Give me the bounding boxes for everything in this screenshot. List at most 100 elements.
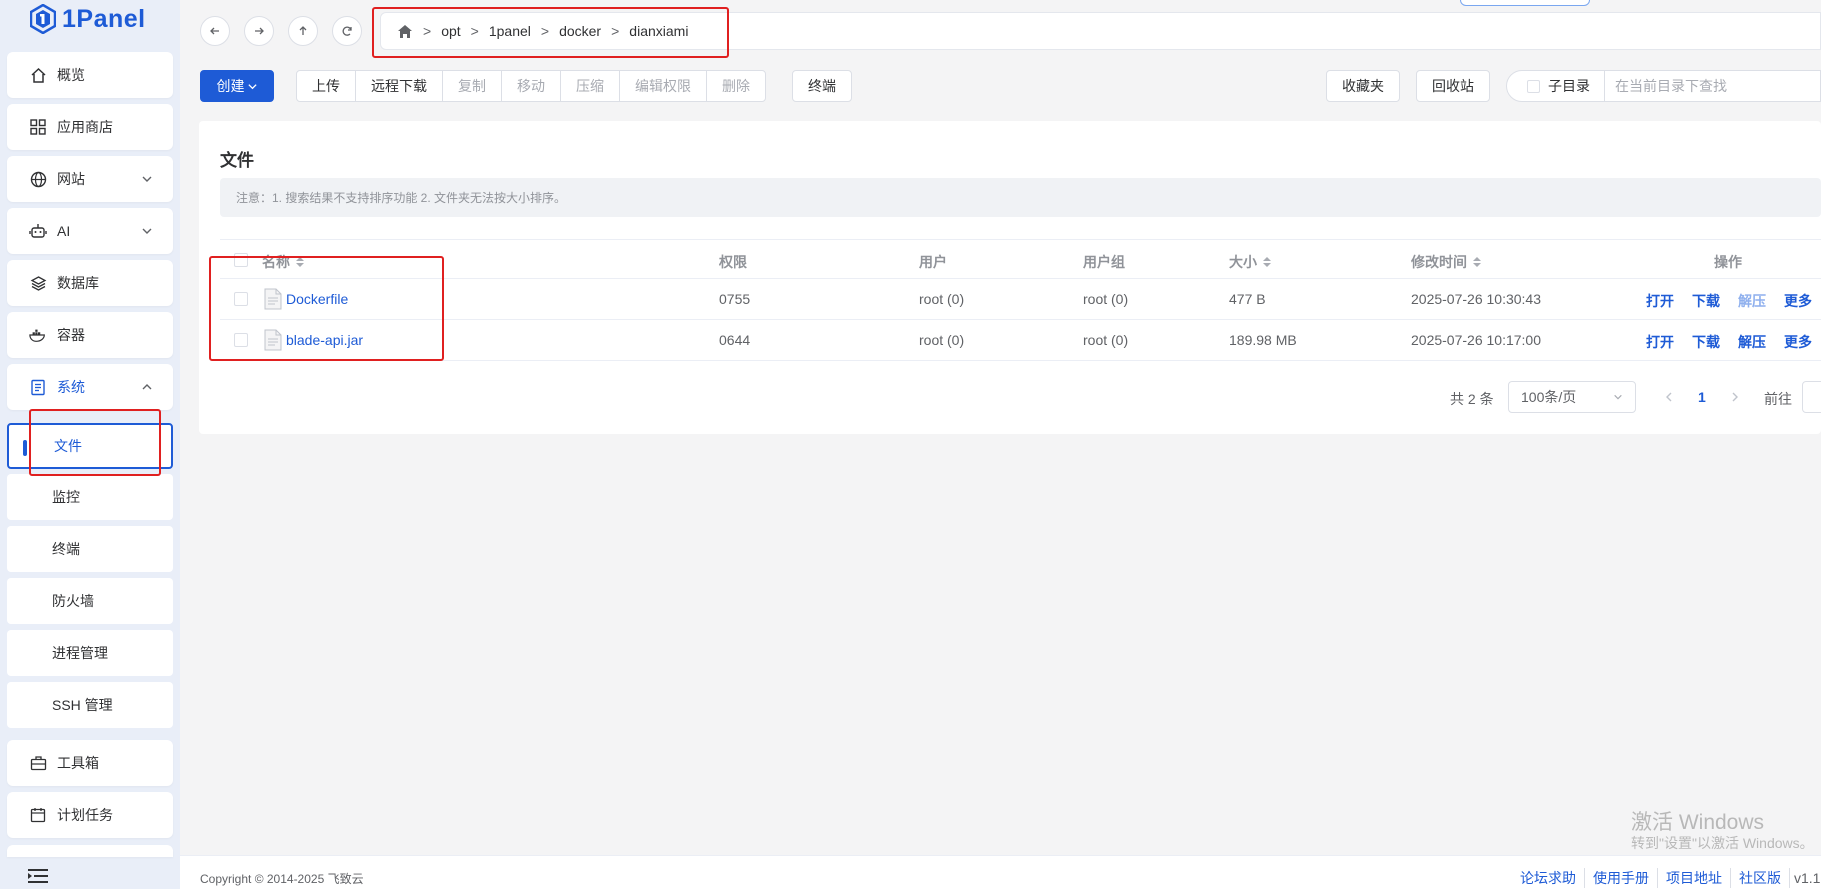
sidebar-subitem-files[interactable]: 文件 [7,423,173,469]
goto-label: 前往 [1764,391,1792,407]
arrow-right-icon [255,27,264,35]
favorites-button[interactable]: 收藏夹 [1326,70,1400,102]
prev-page-button[interactable] [1664,381,1674,413]
chevron-down-icon [142,228,152,234]
upload-button[interactable]: 上传 [296,70,356,102]
forward-button[interactable] [244,16,274,46]
arrow-up-icon [299,26,307,35]
sidebar-item-ai[interactable]: AI [7,208,173,254]
toolbar: 创建 上传 远程下载 复制 移动 压缩 编辑权限 删除 终端 收藏夹 回收站 子… [180,70,1821,102]
sidebar-item-website[interactable]: 网站 [7,156,173,202]
delete-button[interactable]: 删除 [706,70,766,102]
sidebar-item-partial [7,845,173,857]
breadcrumb-segment[interactable]: docker [559,23,601,39]
sidebar-item-app-store[interactable]: 应用商店 [7,104,173,150]
toolbox-icon [29,754,47,772]
table-row[interactable]: Dockerfile 0755 root (0) root (0) 477 B … [220,279,1821,320]
cell-permission: 0755 [719,291,751,307]
breadcrumb-segment[interactable]: dianxiami [629,23,688,39]
sidebar-item-label: 系统 [57,379,85,395]
cell-group: root (0) [1083,332,1129,348]
top-indicator [1460,0,1590,6]
row-checkbox[interactable] [234,292,248,306]
file-name-link[interactable]: blade-api.jar [286,332,363,348]
extract-action[interactable]: 解压 [1738,291,1766,311]
next-page-button[interactable] [1730,381,1740,413]
sort-icon [1263,257,1271,267]
column-header-modified[interactable]: 修改时间 [1411,252,1481,272]
more-action[interactable]: 更多 [1784,291,1812,311]
sidebar-subitem-monitor[interactable]: 监控 [7,474,173,520]
column-header-actions: 操作 [1714,254,1742,270]
cell-modified: 2025-07-26 10:17:00 [1411,332,1541,348]
goto-page-input[interactable] [1802,381,1821,413]
open-action[interactable]: 打开 [1646,332,1674,352]
breadcrumb-separator: > [423,23,432,39]
move-button[interactable]: 移动 [501,70,561,102]
sidebar-item-toolbox[interactable]: 工具箱 [7,740,173,786]
sidebar-item-overview[interactable]: 概览 [7,52,173,98]
breadcrumb-separator: > [470,23,479,39]
compress-button[interactable]: 压缩 [560,70,620,102]
collapse-menu-icon[interactable] [27,868,49,884]
globe-icon [29,170,47,188]
notice-banner: 注意：1. 搜索结果不支持排序功能 2. 文件夹无法按大小排序。 [220,178,1821,217]
home-icon[interactable] [397,24,413,39]
file-panel: 文件 注意：1. 搜索结果不支持排序功能 2. 文件夹无法按大小排序。 名称 权… [199,121,1821,434]
table-row[interactable]: blade-api.jar 0644 root (0) root (0) 189… [220,320,1821,361]
recycle-bin-button[interactable]: 回收站 [1416,70,1490,102]
sidebar-item-database[interactable]: 数据库 [7,260,173,306]
subdir-label[interactable]: 子目录 [1548,70,1605,102]
download-action[interactable]: 下载 [1692,291,1720,311]
app-logo[interactable]: 1Panel [30,4,146,34]
row-checkbox[interactable] [234,333,248,347]
sidebar-subitem-terminal[interactable]: 终端 [7,526,173,572]
search-input[interactable] [1615,78,1795,94]
layers-icon [29,274,47,292]
more-action[interactable]: 更多 [1784,332,1812,352]
footer-link-forum[interactable]: 论坛求助 [1512,868,1585,888]
column-header-group: 用户组 [1083,254,1125,270]
back-button[interactable] [200,16,230,46]
terminal-button[interactable]: 终端 [792,70,852,102]
breadcrumb-segment[interactable]: 1panel [489,23,531,39]
chevron-right-icon [1732,392,1738,402]
chevron-up-icon [142,384,152,390]
arrow-left-icon [210,27,219,35]
sidebar-item-container[interactable]: 容器 [7,312,173,358]
cell-user: root (0) [919,291,965,307]
download-action[interactable]: 下载 [1692,332,1720,352]
subdir-checkbox[interactable] [1527,79,1540,93]
sidebar-item-cron[interactable]: 计划任务 [7,792,173,838]
remote-download-button[interactable]: 远程下载 [355,70,443,102]
sidebar-item-system[interactable]: 系统 [7,364,173,410]
up-button[interactable] [288,16,318,46]
extract-action[interactable]: 解压 [1738,332,1766,352]
column-header-name[interactable]: 名称 [262,252,304,272]
copy-button[interactable]: 复制 [442,70,502,102]
select-all-checkbox[interactable] [234,253,248,267]
sidebar-subitem-firewall[interactable]: 防火墙 [7,578,173,624]
docker-icon [29,326,47,344]
footer-link-project[interactable]: 项目地址 [1658,868,1731,888]
footer-link-manual[interactable]: 使用手册 [1585,868,1658,888]
breadcrumb-separator: > [540,23,550,39]
logo-icon [30,4,56,34]
sidebar-item-label: 应用商店 [57,119,113,135]
file-name-link[interactable]: Dockerfile [286,291,348,307]
footer-link-edition[interactable]: 社区版 [1731,868,1790,888]
sidebar-subitem-ssh[interactable]: SSH 管理 [7,682,173,728]
sidebar-subitem-process[interactable]: 进程管理 [7,630,173,676]
calendar-icon [29,806,47,824]
column-header-size[interactable]: 大小 [1229,252,1271,272]
robot-icon [29,222,47,240]
cell-modified: 2025-07-26 10:30:43 [1411,291,1541,307]
create-button[interactable]: 创建 [200,70,274,102]
page-size-select[interactable]: 100条/页 [1508,381,1636,413]
copyright-text: Copyright © 2014-2025 飞致云 [200,872,364,886]
breadcrumb-segment[interactable]: opt [441,23,460,39]
open-action[interactable]: 打开 [1646,291,1674,311]
refresh-button[interactable] [332,16,362,46]
current-page[interactable]: 1 [1698,381,1706,413]
edit-permission-button[interactable]: 编辑权限 [619,70,707,102]
